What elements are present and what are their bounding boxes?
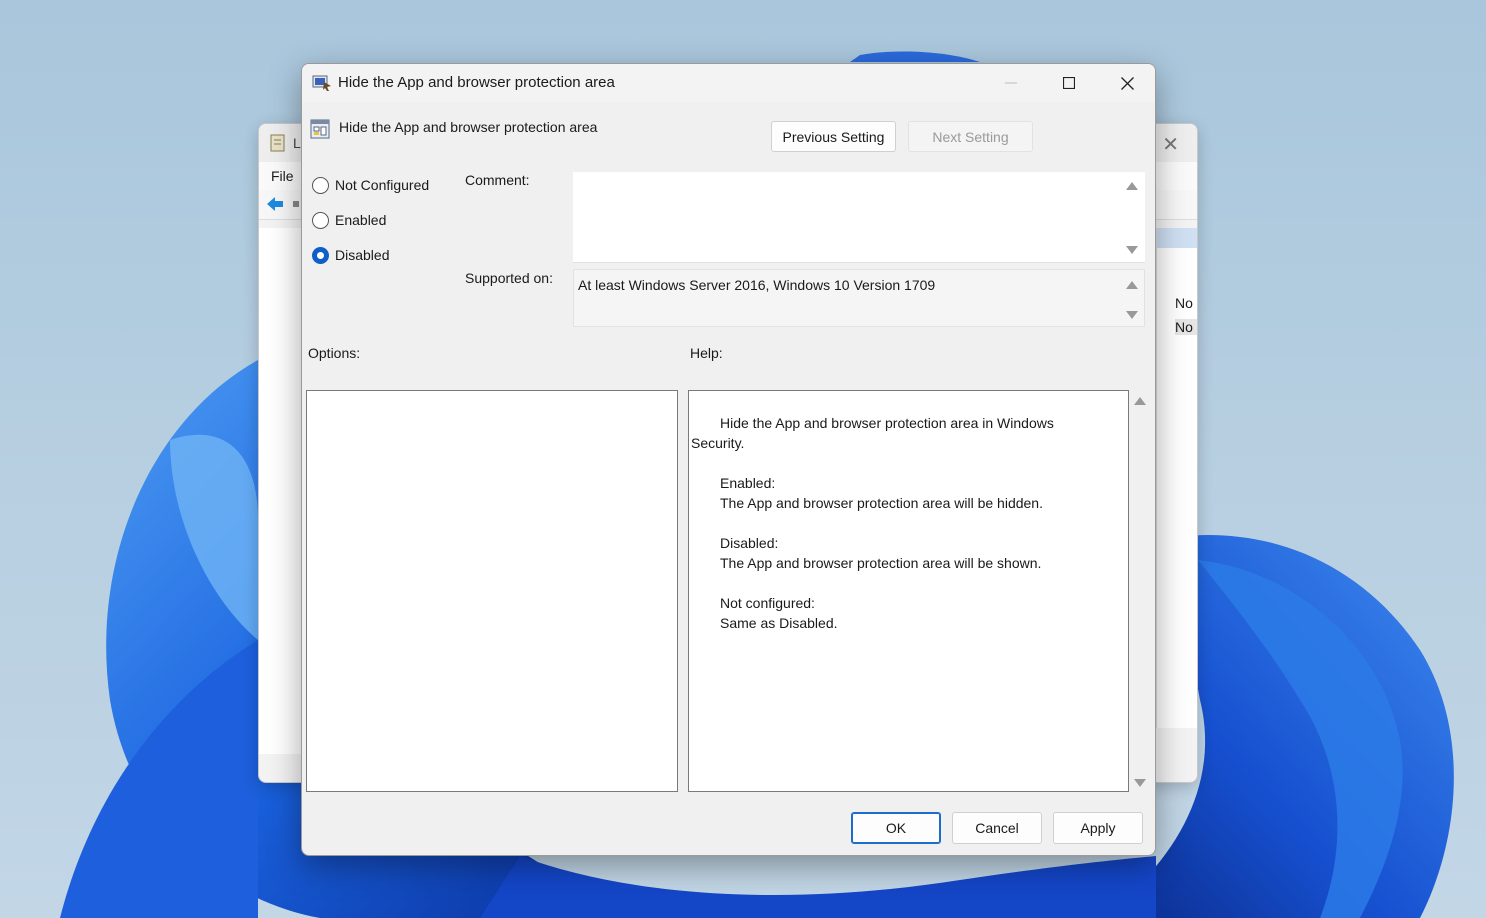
- next-setting-button[interactable]: Next Setting: [908, 121, 1033, 152]
- comment-label: Comment:: [465, 172, 530, 188]
- maximize-icon: [1063, 77, 1075, 89]
- help-scroll-up-icon[interactable]: [1134, 397, 1146, 405]
- help-text: Hide the App and browser protection area…: [720, 415, 1054, 431]
- supported-on-label: Supported on:: [465, 270, 553, 286]
- cancel-button[interactable]: Cancel: [952, 812, 1042, 844]
- help-text: Security.: [691, 435, 745, 451]
- options-pane: [306, 390, 678, 792]
- scroll-down-icon[interactable]: [1126, 246, 1138, 254]
- ok-button[interactable]: OK: [851, 812, 941, 844]
- help-text: Same as Disabled.: [720, 615, 838, 631]
- back-arrow-icon[interactable]: [265, 194, 285, 214]
- minimize-icon: [1005, 82, 1017, 84]
- close-button[interactable]: [1098, 64, 1155, 102]
- help-label: Help:: [690, 345, 723, 361]
- list-header: [1157, 228, 1197, 248]
- policy-setting-icon: [312, 75, 331, 91]
- close-icon: [1120, 76, 1134, 90]
- dialog-title: Hide the App and browser protection area: [338, 74, 615, 91]
- radio-enabled[interactable]: Enabled: [312, 209, 386, 231]
- background-list-pane: No No: [1156, 228, 1197, 728]
- apply-button[interactable]: Apply: [1053, 812, 1143, 844]
- radio-not-configured[interactable]: Not Configured: [312, 174, 429, 196]
- radio-label: Not Configured: [335, 177, 430, 193]
- radio-button[interactable]: [312, 176, 329, 194]
- menu-file[interactable]: File: [271, 168, 294, 184]
- help-heading: Enabled:: [720, 475, 776, 491]
- help-heading: Disabled:: [720, 535, 779, 551]
- background-window-title: L: [293, 135, 301, 151]
- background-tree-pane: [259, 228, 305, 754]
- policy-editor-icon: [270, 134, 285, 152]
- radio-label: Enabled: [335, 212, 387, 228]
- supported-on-field: At least Windows Server 2016, Windows 10…: [573, 269, 1145, 327]
- comment-field[interactable]: [573, 172, 1145, 263]
- radio-label: Disabled: [335, 247, 390, 263]
- toolbar-icon[interactable]: [293, 201, 299, 207]
- scroll-up-icon[interactable]: [1126, 281, 1138, 289]
- radio-button[interactable]: [312, 211, 329, 229]
- minimize-button[interactable]: [982, 64, 1040, 102]
- radio-disabled[interactable]: Disabled: [312, 244, 389, 266]
- supported-on-value: At least Windows Server 2016, Windows 10…: [578, 277, 936, 293]
- maximize-button[interactable]: [1040, 64, 1098, 102]
- policy-setting-dialog: Hide the App and browser protection area…: [301, 63, 1156, 856]
- radio-dot: [317, 251, 324, 259]
- list-item[interactable]: No: [1175, 295, 1193, 311]
- options-label: Options:: [308, 345, 361, 361]
- dialog-titlebar: Hide the App and browser protection area: [302, 64, 1155, 102]
- help-text: The App and browser protection area will…: [720, 495, 1043, 511]
- help-pane: Hide the App and browser protection area…: [688, 390, 1129, 792]
- scroll-down-icon[interactable]: [1126, 311, 1138, 319]
- policy-document-icon: [310, 119, 330, 139]
- help-scroll-down-icon[interactable]: [1134, 779, 1146, 787]
- radio-button-selected[interactable]: [312, 246, 329, 264]
- background-close-icon[interactable]: ✕: [1162, 132, 1179, 157]
- scroll-up-icon[interactable]: [1126, 182, 1138, 190]
- help-text: The App and browser protection area will…: [720, 555, 1042, 571]
- list-item[interactable]: No: [1175, 319, 1197, 335]
- setting-name: Hide the App and browser protection area: [339, 119, 598, 135]
- previous-setting-button[interactable]: Previous Setting: [771, 121, 896, 152]
- help-heading: Not configured:: [720, 595, 815, 611]
